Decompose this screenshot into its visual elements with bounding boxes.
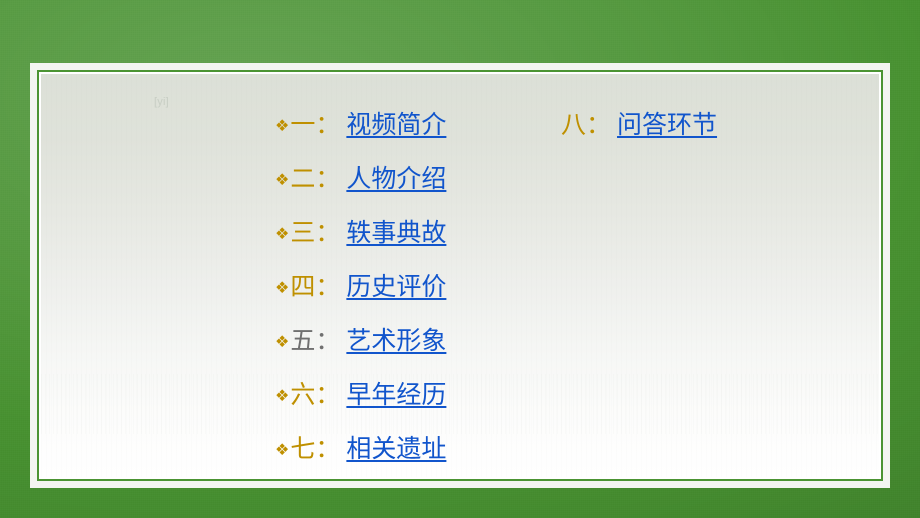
toc-item-numeral: 三	[290, 218, 316, 247]
diamond-bullet-icon: ❖	[275, 116, 290, 135]
diamond-bullet-icon: ❖	[275, 224, 290, 243]
toc-item-8[interactable]: 八 ： 问答环节	[561, 105, 841, 159]
toc-item-numeral: 五	[290, 326, 316, 355]
toc-item-colon: ：	[586, 110, 612, 139]
toc-item-link[interactable]: 人物介绍	[346, 159, 446, 195]
toc-item-3[interactable]: ❖ 三 ： 轶事典故	[275, 213, 535, 267]
toc-item-6[interactable]: ❖ 六 ： 早年经历	[275, 375, 535, 429]
toc-item-link[interactable]: 艺术形象	[346, 321, 446, 357]
diamond-bullet-icon: ❖	[275, 386, 290, 405]
toc-item-7[interactable]: ❖ 七 ： 相关遗址	[275, 429, 535, 477]
toc-item-numeral: 六	[290, 380, 316, 409]
toc-left-column: ❖ 一 ： 视频简介 ❖ 二 ： 人物介绍 ❖ 三 ： 轶事典故 ❖ 四 ： 历…	[275, 105, 535, 477]
toc-item-link[interactable]: 相关遗址	[346, 429, 446, 465]
toc-item-colon: ：	[315, 164, 341, 193]
toc-item-1[interactable]: ❖ 一 ： 视频简介	[275, 105, 535, 159]
diamond-bullet-icon: ❖	[275, 170, 290, 189]
diamond-bullet-icon: ❖	[275, 278, 290, 297]
slide-canvas: [yi] ❖ 一 ： 视频简介 ❖ 二 ： 人物介绍 ❖ 三 ： 轶事典故 ❖ …	[0, 0, 920, 518]
toc-item-colon: ：	[315, 272, 341, 301]
toc-item-numeral: 一	[290, 110, 316, 139]
toc-item-numeral: 四	[290, 272, 316, 301]
watermark-artifact: [yi]	[154, 96, 169, 108]
toc-item-numeral: 八	[561, 110, 587, 139]
diamond-bullet-icon: ❖	[275, 332, 290, 351]
toc-item-colon: ：	[315, 218, 341, 247]
toc-item-link[interactable]: 轶事典故	[346, 213, 446, 249]
toc-item-colon: ：	[315, 380, 341, 409]
toc-item-link[interactable]: 历史评价	[346, 267, 446, 303]
toc-item-colon: ：	[315, 434, 341, 463]
slide-frame-inner-border: [yi] ❖ 一 ： 视频简介 ❖ 二 ： 人物介绍 ❖ 三 ： 轶事典故 ❖ …	[37, 70, 883, 481]
toc-item-numeral: 七	[290, 434, 316, 463]
toc-item-link[interactable]: 问答环节	[617, 105, 717, 141]
toc-item-link[interactable]: 视频简介	[346, 105, 446, 141]
toc-item-4[interactable]: ❖ 四 ： 历史评价	[275, 267, 535, 321]
toc-item-colon: ：	[315, 326, 341, 355]
toc-item-colon: ：	[315, 110, 341, 139]
toc-item-2[interactable]: ❖ 二 ： 人物介绍	[275, 159, 535, 213]
diamond-bullet-icon: ❖	[275, 440, 290, 459]
toc-item-link[interactable]: 早年经历	[346, 375, 446, 411]
toc-right-column: 八 ： 问答环节	[561, 105, 841, 159]
slide-frame: [yi] ❖ 一 ： 视频简介 ❖ 二 ： 人物介绍 ❖ 三 ： 轶事典故 ❖ …	[30, 63, 890, 488]
content-panel: [yi] ❖ 一 ： 视频简介 ❖ 二 ： 人物介绍 ❖ 三 ： 轶事典故 ❖ …	[41, 74, 879, 477]
toc-item-numeral: 二	[290, 164, 316, 193]
toc-item-5[interactable]: ❖ 五 ： 艺术形象	[275, 321, 535, 375]
